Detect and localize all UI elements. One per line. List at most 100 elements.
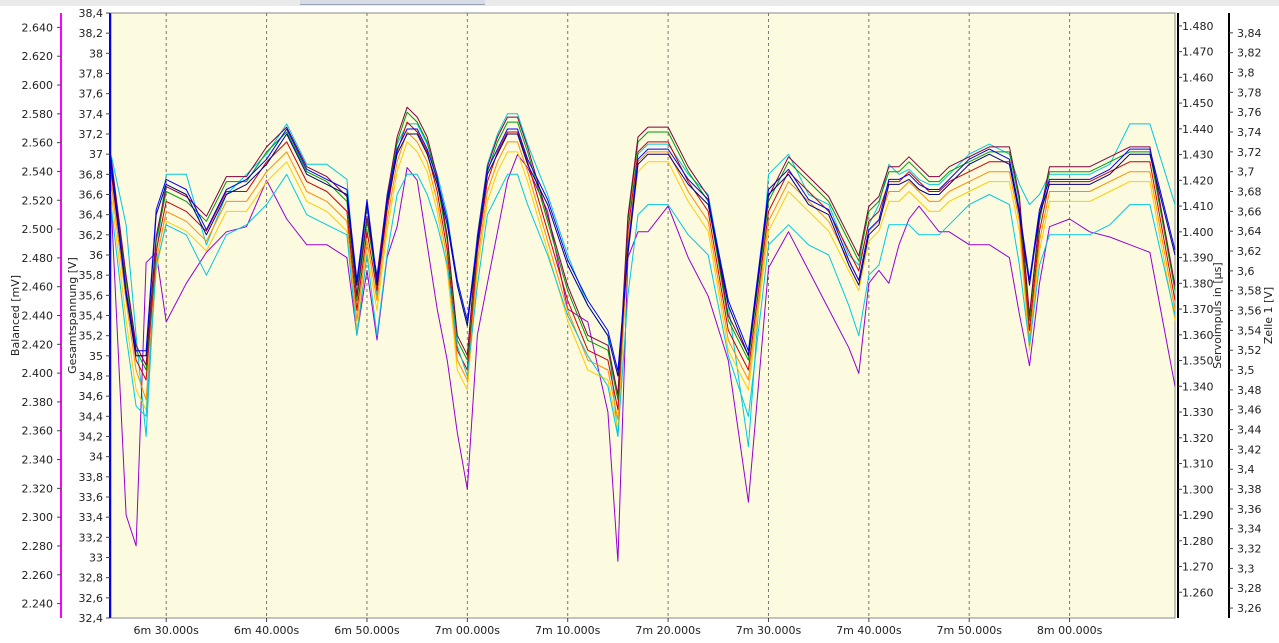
zelle1-tick-label: 3,38: [1237, 483, 1262, 496]
gesamtspannung-tick-label: 33,8: [79, 471, 104, 484]
balanced-tick-label: 2.440: [22, 310, 54, 323]
zelle1-tick-label: 3,3: [1237, 562, 1255, 575]
zelle1-tick-label: 3,78: [1237, 86, 1262, 99]
gesamtspannung-tick-label: 36: [89, 249, 103, 262]
zelle1-tick-label: 3,56: [1237, 305, 1262, 318]
gesamtspannung-tick-label: 37,8: [79, 68, 104, 81]
gesamtspannung-tick-label: 34,8: [79, 370, 104, 383]
zelle1-tick-label: 3,82: [1237, 47, 1262, 60]
zelle1-tick-label: 3,7: [1237, 166, 1255, 179]
gesamtspannung-tick-label: 35: [89, 350, 103, 363]
balanced-tick-label: 2.260: [22, 569, 54, 582]
balanced-tick-label: 2.240: [22, 598, 54, 611]
balanced-tick-label: 2.280: [22, 540, 54, 553]
x-tick-label: 7m 40.000s: [836, 624, 902, 637]
x-tick-label: 6m 50.000s: [334, 624, 400, 637]
gesamtspannung-tick-label: 33,6: [79, 491, 104, 504]
x-tick-label: 6m 30.000s: [133, 624, 199, 637]
zelle1-tick-label: 3,44: [1237, 424, 1262, 437]
x-tick-label: 7m 00.000s: [435, 624, 501, 637]
x-tick-label: 7m 20.000s: [635, 624, 701, 637]
gesamtspannung-tick-label: 32,6: [79, 592, 104, 605]
zelle1-tick-label: 3,28: [1237, 582, 1262, 595]
servoimpuls-tick-label: 1.340: [1182, 380, 1214, 393]
servoimpuls-tick-label: 1.470: [1182, 46, 1214, 59]
balanced-tick-label: 2.620: [22, 50, 54, 63]
servoimpuls-tick-label: 1.290: [1182, 509, 1214, 522]
balanced-tick-label: 2.360: [22, 425, 54, 438]
zelle1-tick-label: 3,36: [1237, 503, 1262, 516]
balanced-tick-label: 2.500: [22, 223, 54, 236]
gesamtspannung-tick-label: 32,4: [79, 612, 104, 625]
servoimpuls-tick-label: 1.440: [1182, 123, 1214, 136]
zelle1-tick-label: 3,46: [1237, 404, 1262, 417]
zelle1-tick-label: 3,4: [1237, 463, 1255, 476]
gesamtspannung-tick-label: 37,6: [79, 88, 104, 101]
balanced-axis-label: Balanced [mV]: [9, 275, 22, 356]
gesamtspannung-tick-label: 38: [89, 47, 103, 60]
servoimpuls-tick-label: 1.320: [1182, 432, 1214, 445]
balanced-tick-label: 2.340: [22, 454, 54, 467]
zelle1-tick-label: 3,48: [1237, 384, 1262, 397]
balanced-tick-label: 2.480: [22, 252, 54, 265]
balanced-tick-label: 2.300: [22, 511, 54, 524]
gesamtspannung-tick-label: 35,2: [79, 330, 104, 343]
gesamtspannung-tick-label: 34: [89, 451, 103, 464]
gesamtspannung-tick-label: 37: [89, 148, 103, 161]
balanced-tick-label: 2.560: [22, 137, 54, 150]
line-chart: 6m 30.000s 6m 40.000s 6m 50.000s 7m 00.000s…: [9, 7, 1275, 637]
zelle1-tick-label: 3,52: [1237, 344, 1262, 357]
servoimpuls-tick-label: 1.370: [1182, 303, 1214, 316]
servoimpuls-axis-label: Servoimpuls in [µs]: [1211, 262, 1224, 368]
zelle1-tick-label: 3,68: [1237, 186, 1262, 199]
zelle1-tick-label: 3,34: [1237, 523, 1262, 536]
zelle1-tick-label: 3,5: [1237, 364, 1255, 377]
zelle1-tick-label: 3,6: [1237, 265, 1255, 278]
gesamtspannung-tick-label: 38,4: [79, 7, 104, 20]
balanced-tick-label: 2.460: [22, 281, 54, 294]
gesamtspannung-tick-label: 38,2: [79, 27, 104, 40]
servoimpuls-tick-label: 1.270: [1182, 561, 1214, 574]
servoimpuls-tick-label: 1.330: [1182, 406, 1214, 419]
servoimpuls-tick-label: 1.280: [1182, 535, 1214, 548]
gesamtspannung-tick-label: 34,2: [79, 431, 104, 444]
servoimpuls-tick-label: 1.400: [1182, 226, 1214, 239]
balanced-tick-label: 2.400: [22, 367, 54, 380]
gesamtspannung-tick-label: 37,2: [79, 128, 104, 141]
servoimpuls-tick-label: 1.350: [1182, 355, 1214, 368]
gesamtspannung-tick-label: 35,6: [79, 289, 104, 302]
zelle1-tick-label: 3,42: [1237, 443, 1262, 456]
zelle1-tick-label: 3,58: [1237, 285, 1262, 298]
gesamtspannung-tick-label: 35,4: [79, 310, 104, 323]
zelle1-tick-label: 3,32: [1237, 543, 1262, 556]
zelle1-tick-label: 3,62: [1237, 245, 1262, 258]
gesamtspannung-tick-label: 37,4: [79, 108, 104, 121]
zelle1-tick-label: 3,74: [1237, 126, 1262, 139]
balanced-tick-label: 2.540: [22, 165, 54, 178]
zelle1-tick-label: 3,72: [1237, 146, 1262, 159]
gesamtspannung-tick-label: 35,8: [79, 269, 104, 282]
servoimpuls-tick-label: 1.300: [1182, 483, 1214, 496]
servoimpuls-tick-label: 1.380: [1182, 277, 1214, 290]
servoimpuls-tick-label: 1.480: [1182, 20, 1214, 33]
zelle1-tick-label: 3,26: [1237, 602, 1262, 615]
balanced-tick-label: 2.640: [22, 21, 54, 34]
servoimpuls-tick-label: 1.430: [1182, 149, 1214, 162]
servoimpuls-tick-label: 1.420: [1182, 174, 1214, 187]
x-tick-label: 7m 30.000s: [736, 624, 802, 637]
x-tick-label: 6m 40.000s: [234, 624, 300, 637]
plot-area[interactable]: [110, 12, 1176, 619]
x-tick-label: 8m 00.000s: [1037, 624, 1103, 637]
balanced-tick-label: 2.600: [22, 79, 54, 92]
gesamtspannung-tick-label: 36,4: [79, 209, 104, 222]
x-tick-label: 7m 50.000s: [937, 624, 1003, 637]
gesamtspannung-tick-label: 36,2: [79, 229, 104, 242]
balanced-tick-label: 2.320: [22, 482, 54, 495]
gesamtspannung-tick-label: 33: [89, 552, 103, 565]
balanced-tick-label: 2.380: [22, 396, 54, 409]
balanced-tick-label: 2.520: [22, 194, 54, 207]
servoimpuls-tick-label: 1.390: [1182, 252, 1214, 265]
zelle1-axis-label: Zelle 1 [V]: [1262, 287, 1275, 344]
gesamtspannung-tick-label: 34,6: [79, 390, 104, 403]
gesamtspannung-axis-label: Gesamtspannung [V]: [66, 257, 79, 374]
